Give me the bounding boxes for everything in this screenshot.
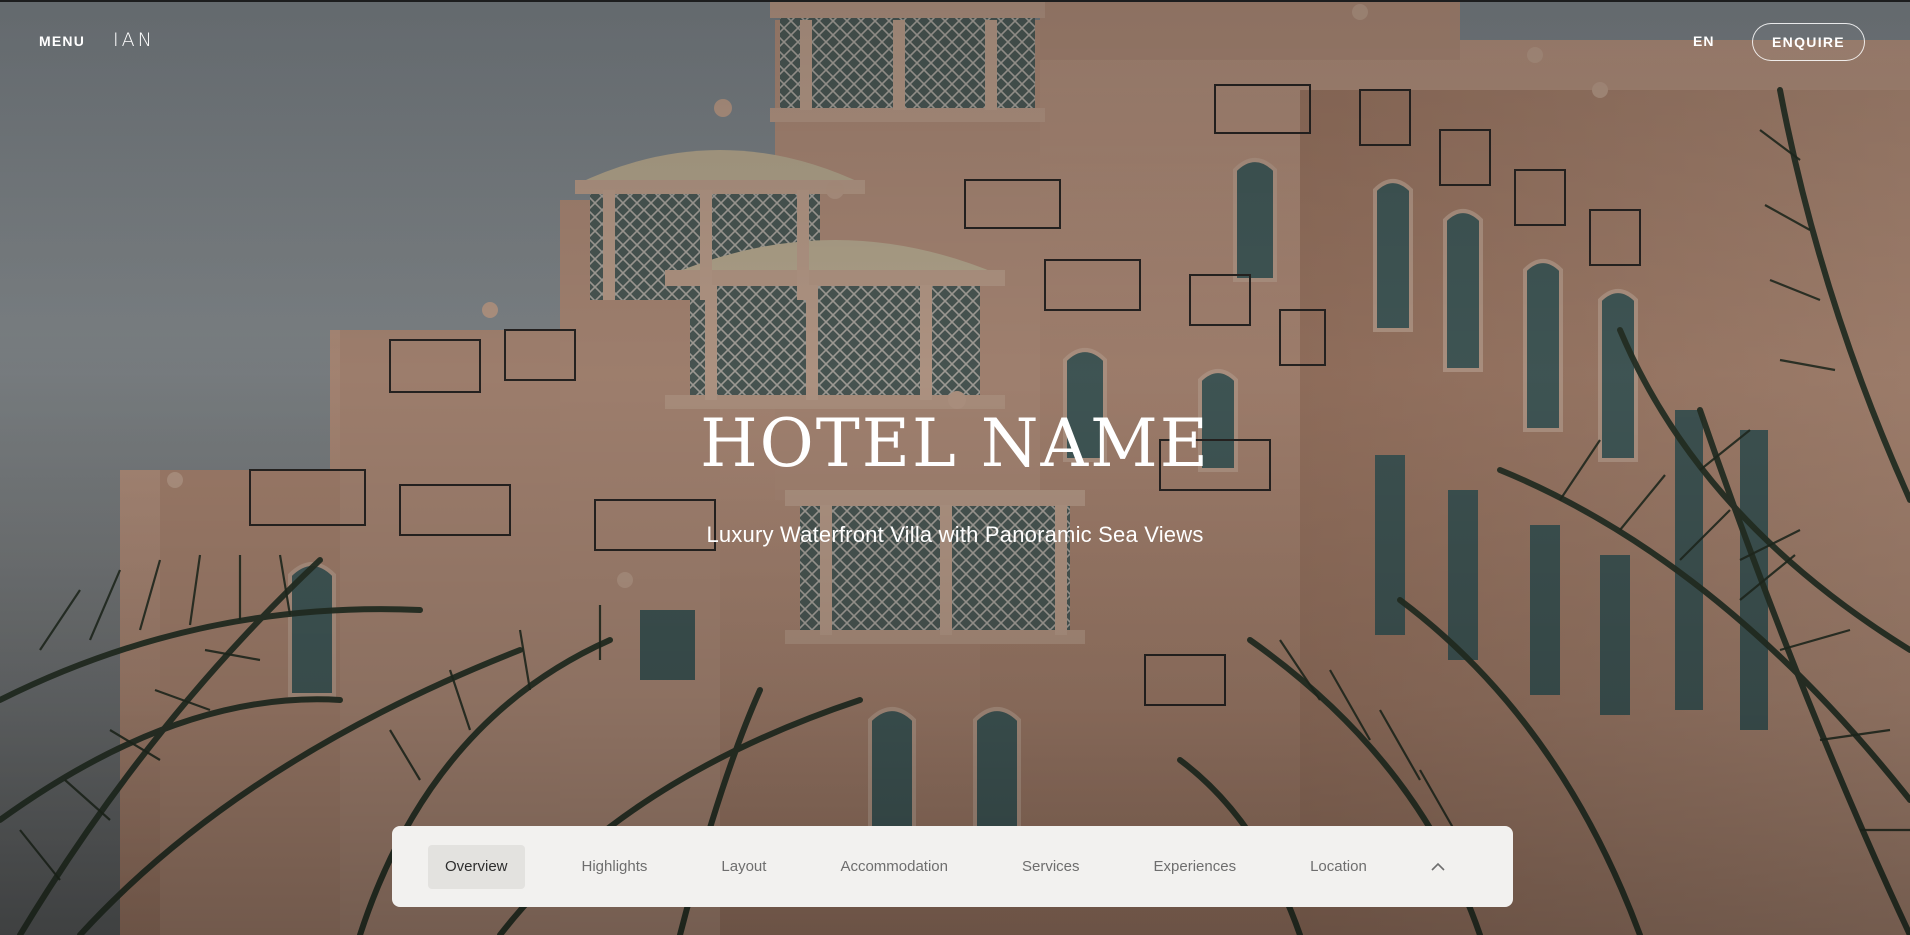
- nav-tab-location[interactable]: Location: [1293, 845, 1384, 889]
- nav-tab-accommodation[interactable]: Accommodation: [823, 845, 965, 889]
- brand-logo[interactable]: IAN: [113, 29, 155, 51]
- chevron-up-icon: [1431, 862, 1445, 871]
- nav-tab-overview[interactable]: Overview: [428, 844, 525, 889]
- nav-tab-layout[interactable]: Layout: [704, 845, 783, 889]
- nav-tab-experiences[interactable]: Experiences: [1137, 845, 1254, 889]
- hotel-subtitle: Luxury Waterfront Villa with Panoramic S…: [706, 522, 1204, 547]
- hotel-title: HOTEL NAME: [700, 405, 1210, 482]
- enquire-button[interactable]: ENQUIRE: [1752, 23, 1865, 61]
- nav-collapse-button[interactable]: [1420, 849, 1456, 885]
- menu-button[interactable]: MENU: [39, 33, 85, 49]
- section-navigation: Overview Highlights Layout Accommodation…: [392, 826, 1513, 907]
- site-header: MENU IAN EN ENQUIRE: [0, 0, 1910, 84]
- nav-tab-highlights[interactable]: Highlights: [565, 845, 665, 889]
- nav-tab-services[interactable]: Services: [1005, 845, 1097, 889]
- language-selector[interactable]: EN: [1693, 33, 1714, 49]
